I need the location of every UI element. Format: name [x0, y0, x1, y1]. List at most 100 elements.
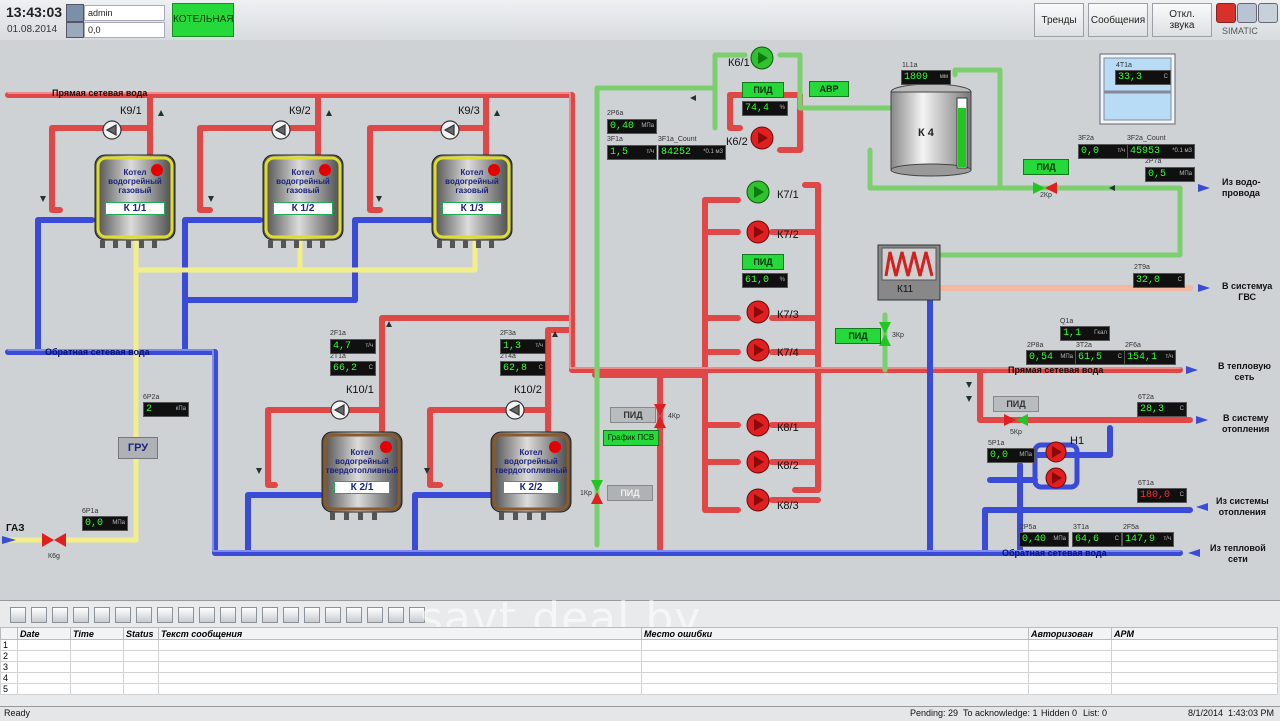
- user-value: 0,0: [84, 22, 165, 38]
- window-icon[interactable]: [1237, 3, 1257, 23]
- prev-icon[interactable]: [325, 607, 341, 623]
- boiler-k2-1-title: Котел водогрейный твердотопливный К 2/1: [325, 448, 399, 494]
- alarm-table-header: Date Time Status Текст сообщения Место о…: [0, 627, 1278, 640]
- t4t1a-tag: 4T1a: [1116, 62, 1132, 69]
- k6-output-display: 74,4%: [742, 101, 788, 116]
- stats-icon[interactable]: [157, 607, 173, 623]
- user-icon[interactable]: [66, 4, 84, 22]
- pump-k7-2-label: К7/2: [777, 229, 799, 241]
- tank-k4-level-bar: [958, 108, 966, 167]
- pump-h1-label: Н1: [1070, 435, 1085, 447]
- valve-3kr-label: 3Кр: [892, 332, 904, 339]
- t2t4a-tag: 2T4a: [500, 353, 516, 360]
- mute-button-label-2: звука: [1169, 20, 1195, 31]
- messages-button[interactable]: Сообщения: [1088, 3, 1148, 37]
- tank-k4-label: К 4: [918, 127, 934, 139]
- f3f1a-count-tag: 3F1a_Count: [658, 136, 697, 143]
- valve-2kr-label: 2Кр: [1040, 192, 1052, 199]
- phone-icon[interactable]: [220, 607, 236, 623]
- valve-k6g-label: К6g: [48, 553, 60, 560]
- supply-pipe-label: Прямая сетевая вода: [52, 88, 148, 98]
- filter-icon[interactable]: [115, 607, 131, 623]
- history-icon[interactable]: [136, 607, 152, 623]
- sort-icon[interactable]: [52, 607, 68, 623]
- boiler-room-button[interactable]: КОТЕЛЬНАЯ: [172, 3, 234, 37]
- q1a-display: 1,1 Гкал: [1060, 326, 1110, 341]
- copy-icon[interactable]: [388, 607, 404, 623]
- next-icon[interactable]: [346, 607, 362, 623]
- first-icon[interactable]: [304, 607, 320, 623]
- pump-h1-icon: [1032, 441, 1080, 490]
- col-location[interactable]: Место ошибки: [641, 627, 1029, 640]
- mute-button[interactable]: Откл. звука: [1152, 3, 1212, 37]
- lock-icon[interactable]: [178, 607, 194, 623]
- trends-button[interactable]: Тренды: [1034, 3, 1084, 37]
- print-icon[interactable]: [1258, 3, 1278, 23]
- f2f1a-display: 4,7 т/ч: [330, 339, 376, 354]
- t3t2a-tag: 3T2a: [1076, 342, 1092, 349]
- col-status[interactable]: Status: [123, 627, 159, 640]
- pid-k6-button[interactable]: ПИД: [742, 82, 784, 98]
- pump-k10-2-label: К10/2: [514, 384, 542, 396]
- col-message[interactable]: Текст сообщения: [158, 627, 642, 640]
- pid-1kr-button[interactable]: ПИД: [607, 485, 653, 501]
- col-authorized[interactable]: Авторизован: [1028, 627, 1112, 640]
- status-time: 1:43:03 PM: [1228, 708, 1275, 718]
- login-icon[interactable]: [66, 22, 84, 38]
- f3f2a-count-tag: 3F2a_Count: [1127, 135, 1166, 142]
- pid-k7-button[interactable]: ПИД: [742, 254, 784, 270]
- ack-icon[interactable]: [10, 607, 26, 623]
- p2p8a-display: 0,54 МПа: [1026, 350, 1076, 365]
- refresh-icon[interactable]: [94, 607, 110, 623]
- pid-3kr-button[interactable]: ПИД: [835, 328, 881, 344]
- info-icon[interactable]: [241, 607, 257, 623]
- p6r2a-tag: 6P2a: [143, 394, 160, 401]
- f2f6a-display: 154,1 т/ч: [1124, 350, 1176, 365]
- t2t9a-display: 32,0 С: [1133, 273, 1185, 288]
- psv-graph-button[interactable]: График ПСВ: [603, 430, 659, 446]
- p2p6a-display: 0,40 МПа: [607, 119, 657, 134]
- p2p7a-tag: 2P7a: [1145, 158, 1162, 165]
- alarm-panel: savt.deal.by Date Time Status Текст сооб…: [0, 593, 1280, 707]
- t4t1a-display: 33,3 С: [1115, 70, 1171, 85]
- print-alarm-icon[interactable]: [262, 607, 278, 623]
- col-time[interactable]: Time: [70, 627, 124, 640]
- boiler-k2-2-id: К 2/2: [503, 481, 559, 494]
- table-row[interactable]: 1: [0, 639, 1278, 651]
- table-row[interactable]: 4: [0, 672, 1278, 684]
- gas-regulator-gru[interactable]: ГРУ: [118, 437, 158, 459]
- table-row[interactable]: 2: [0, 650, 1278, 662]
- pump-k7-4-icon: [746, 338, 770, 362]
- return-pipe-label: Обратная сетевая вода: [45, 347, 150, 357]
- p5p1a-tag: 5P1a: [988, 440, 1005, 447]
- f3f1a-tag: 3F1a: [607, 136, 623, 143]
- pid-2kr-button[interactable]: ПИД: [1023, 159, 1069, 175]
- ack-all-icon[interactable]: [31, 607, 47, 623]
- t6t2a-tag: 6T2a: [1138, 394, 1154, 401]
- export-icon[interactable]: [283, 607, 299, 623]
- t3t1a-display: 64,6 С: [1072, 532, 1122, 547]
- list-icon[interactable]: [73, 607, 89, 623]
- boiler-k1-2-id: К 1/2: [273, 202, 333, 215]
- hide-icon[interactable]: [199, 607, 215, 623]
- valve-1kr-label: 1Кр: [580, 490, 592, 497]
- valve-1kr-icon: [591, 480, 603, 504]
- p6r1a-display: 0,0 МПа: [82, 516, 128, 531]
- k7-output-display: 61,0%: [742, 273, 788, 288]
- pid-4kr-button[interactable]: ПИД: [610, 407, 656, 423]
- pump-k9-1-label: К9/1: [120, 105, 142, 117]
- f3f1a-count-display: 84252 *0.1 м3: [658, 145, 726, 160]
- t6t1a-display: 180,0 С: [1137, 488, 1187, 503]
- pump-k9-2-label: К9/2: [289, 105, 311, 117]
- table-row[interactable]: 5: [0, 683, 1278, 695]
- col-arm[interactable]: АРМ: [1111, 627, 1278, 640]
- f3f2a-display: 0,0 т/ч: [1078, 144, 1128, 159]
- table-row[interactable]: 3: [0, 661, 1278, 673]
- f2f6a-tag: 2F6a: [1125, 342, 1141, 349]
- avr-button[interactable]: АВР: [809, 81, 849, 97]
- pid-5kr-button[interactable]: ПИД: [993, 396, 1039, 412]
- stop-icon[interactable]: [1216, 3, 1236, 23]
- last-icon[interactable]: [367, 607, 383, 623]
- f2f5a-display: 147,9 т/ч: [1122, 532, 1174, 547]
- col-date[interactable]: Date: [17, 627, 71, 640]
